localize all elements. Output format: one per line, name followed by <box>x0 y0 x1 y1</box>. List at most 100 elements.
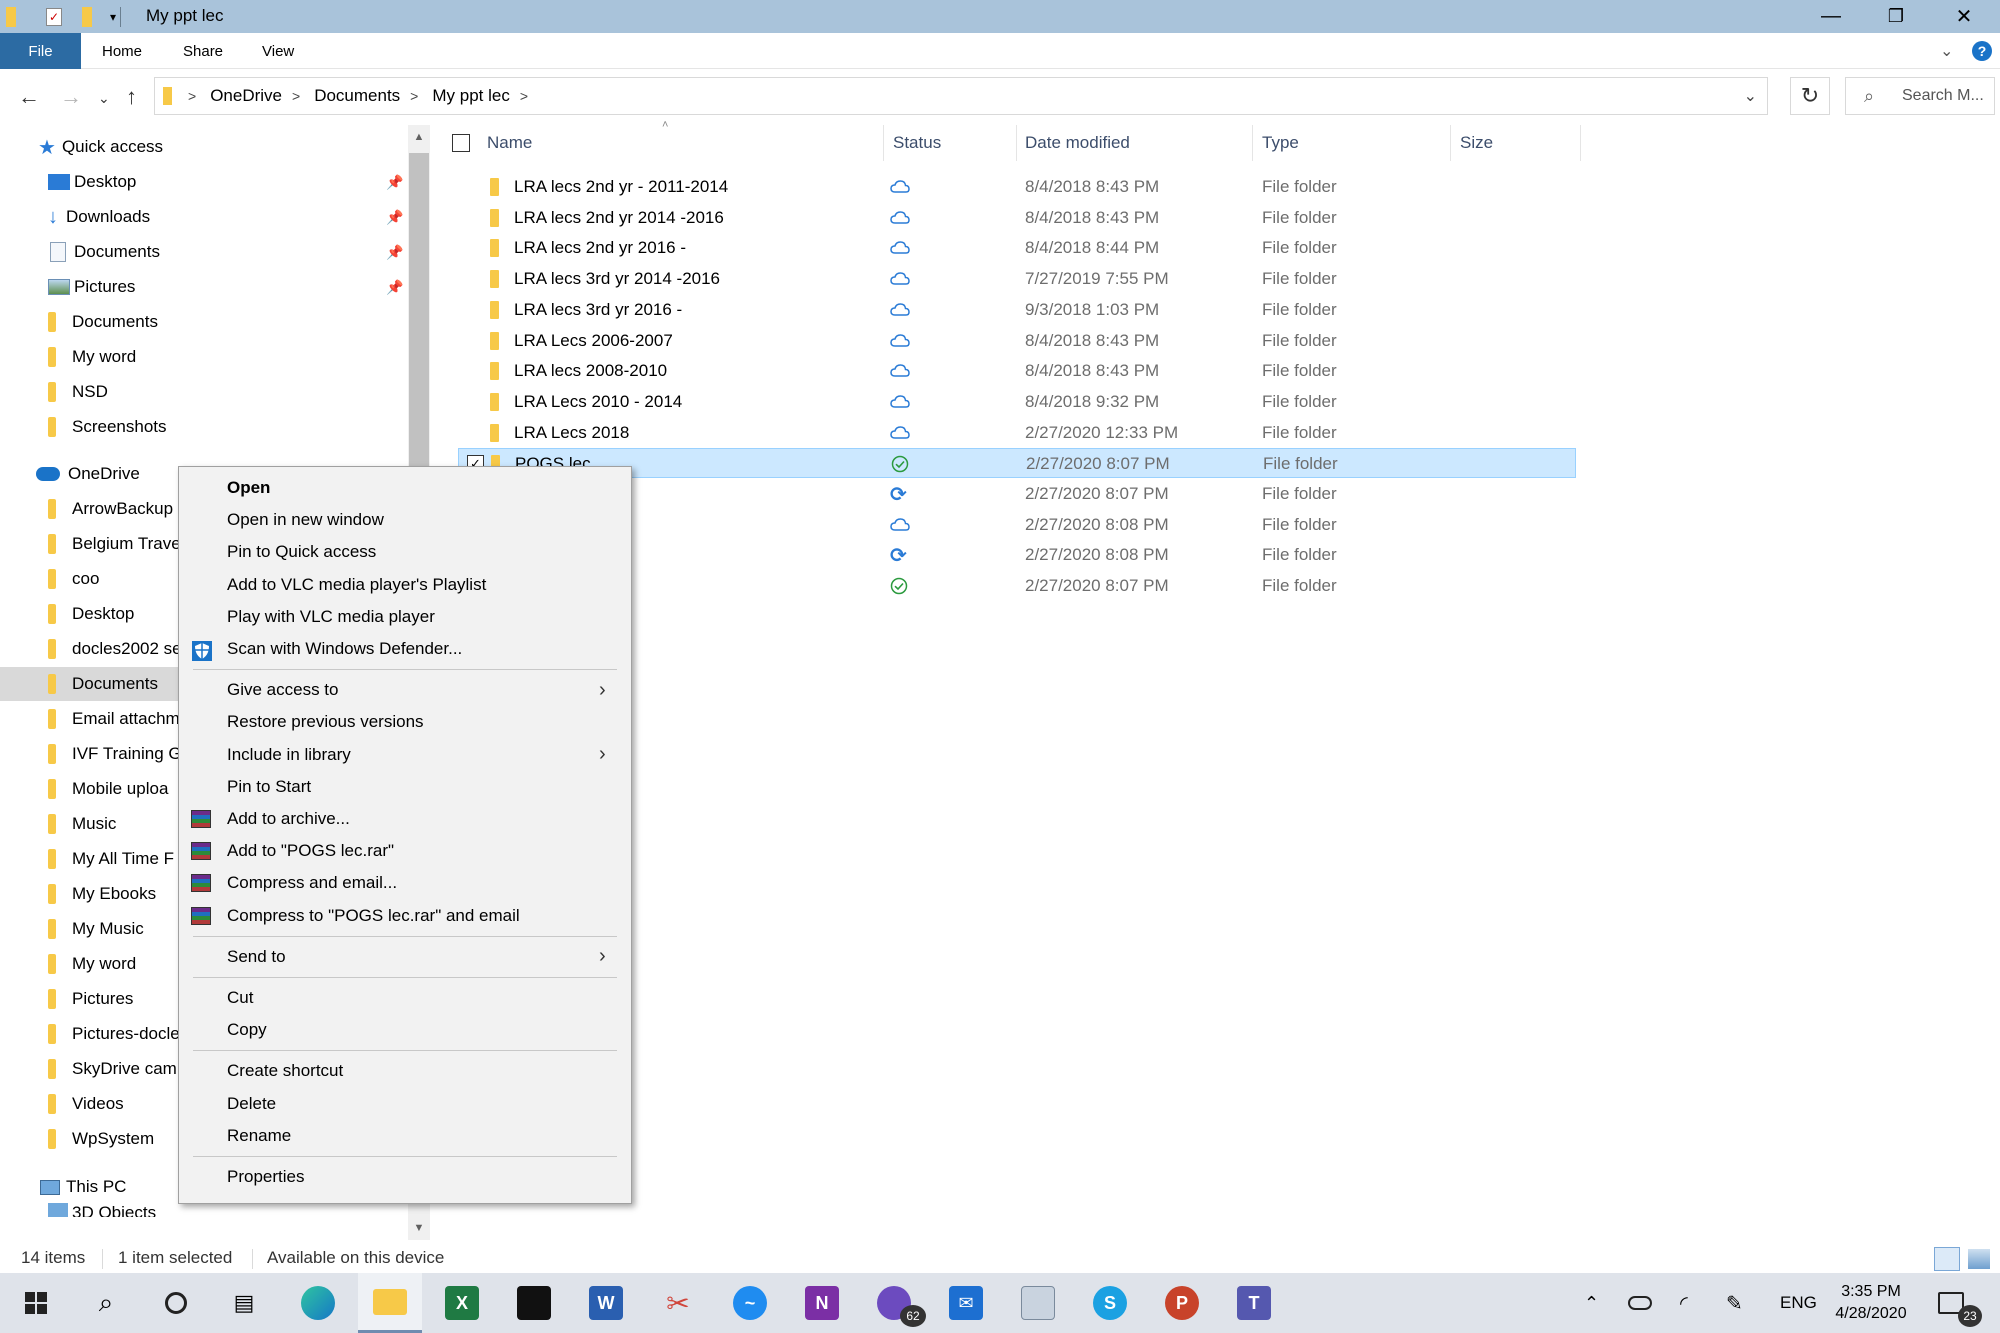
forward-button[interactable]: → <box>60 84 82 110</box>
powerpoint-icon[interactable]: P <box>1150 1273 1214 1333</box>
file-row[interactable]: LRA Lecs 2006-2007 8/4/2018 8:43 PM File f… <box>458 326 1576 356</box>
tab-view[interactable]: View <box>262 33 294 69</box>
menu-item-pin-to-start[interactable]: Pin to Start <box>179 771 631 803</box>
search-input[interactable]: ⌕ Search M... <box>1845 77 1995 115</box>
recent-locations-button[interactable]: ⌄ <box>98 90 110 107</box>
column-divider[interactable] <box>883 125 884 161</box>
details-view-icon[interactable] <box>1934 1247 1960 1271</box>
clock[interactable]: 3:35 PM 4/28/2020 <box>1826 1281 1916 1325</box>
menu-item-play-with-vlc-media-player[interactable]: Play with VLC media player <box>179 601 631 633</box>
large-icons-view-icon[interactable] <box>1968 1249 1990 1269</box>
help-icon[interactable]: ? <box>1972 33 1992 69</box>
nav-nsd[interactable]: NSD <box>0 375 410 409</box>
nav-my-word[interactable]: My word <box>0 340 410 374</box>
teams-icon[interactable]: T <box>1222 1273 1286 1333</box>
viber-icon[interactable]: 62 <box>862 1273 926 1333</box>
scrollbar-thumb[interactable] <box>409 153 429 483</box>
breadcrumb-onedrive[interactable]: OneDrive <box>210 86 282 106</box>
menu-item-add-to-vlc-media-player-s-playlist[interactable]: Add to VLC media player's Playlist <box>179 569 631 601</box>
pen-icon[interactable]: ✎ <box>1726 1273 1743 1333</box>
nav-desktop-pinned[interactable]: Desktop 📌 <box>0 165 410 199</box>
column-status[interactable]: Status <box>893 125 941 161</box>
file-row[interactable]: LRA Lecs 2018 2/27/2020 12:33 PM File fold… <box>458 418 1576 448</box>
menu-item-compress-and-email[interactable]: Compress and email... <box>179 867 631 899</box>
properties-icon[interactable]: ✓ <box>46 8 62 26</box>
breadcrumb-my-ppt-lec[interactable]: My ppt lec <box>432 86 509 106</box>
show-hidden-icons-icon[interactable]: ⌃ <box>1584 1273 1599 1333</box>
tab-file[interactable]: File <box>0 33 81 69</box>
column-date-modified[interactable]: Date modified <box>1025 125 1130 161</box>
task-view-icon[interactable]: ▤ <box>212 1273 276 1333</box>
menu-item-restore-previous-versions[interactable]: Restore previous versions <box>179 706 631 738</box>
messenger-icon[interactable]: ~ <box>718 1273 782 1333</box>
menu-item-add-to-pogs-lec-rar[interactable]: Add to "POGS lec.rar" <box>179 835 631 867</box>
monitor-icon[interactable] <box>1006 1273 1070 1333</box>
file-row[interactable]: LRA Lecs 2010 - 2014 8/4/2018 9:32 PM File… <box>458 387 1576 417</box>
menu-item-compress-to-pogs-lec-rar-and-email[interactable]: Compress to "POGS lec.rar" and email <box>179 900 631 932</box>
language-indicator[interactable]: ENG <box>1780 1273 1817 1333</box>
skype-icon[interactable]: S <box>1078 1273 1142 1333</box>
select-all-checkbox[interactable] <box>452 134 470 152</box>
menu-item-delete[interactable]: Delete <box>179 1088 631 1120</box>
column-divider[interactable] <box>1252 125 1253 161</box>
nav-documents[interactable]: Documents <box>0 305 410 339</box>
snip-sketch-icon[interactable]: ✂ <box>646 1273 710 1333</box>
menu-item-rename[interactable]: Rename <box>179 1120 631 1152</box>
menu-item-give-access-to[interactable]: Give access to › <box>179 674 631 706</box>
file-row[interactable]: LRA lecs 2008-2010 8/4/2018 8:43 PM File f… <box>458 356 1576 386</box>
search-icon[interactable]: ⌕ <box>74 1273 138 1333</box>
onenote-icon[interactable]: N <box>790 1273 854 1333</box>
file-row[interactable]: LRA lecs 3rd yr 2016 - 9/3/2018 1:03 PM Fi… <box>458 295 1576 325</box>
back-button[interactable]: ← <box>18 84 40 110</box>
refresh-button[interactable]: ↻ <box>1790 77 1830 115</box>
tab-home[interactable]: Home <box>102 33 142 69</box>
cortana-icon[interactable] <box>144 1273 208 1333</box>
scroll-down-icon[interactable]: ▼ <box>408 1216 430 1240</box>
mail-icon[interactable]: ✉ <box>934 1273 998 1333</box>
column-type[interactable]: Type <box>1262 125 1299 161</box>
menu-item-create-shortcut[interactable]: Create shortcut <box>179 1055 631 1087</box>
address-bar[interactable]: > OneDrive > Documents > My ppt lec > ⌄ <box>154 77 1768 115</box>
menu-item-include-in-library[interactable]: Include in library › <box>179 739 631 771</box>
minimize-button[interactable]: — <box>1803 0 1859 33</box>
file-row[interactable]: LRA lecs 2nd yr 2014 -2016 8/4/2018 8:43 … <box>458 203 1576 233</box>
nav-downloads-pinned[interactable]: ↓ Downloads 📌 <box>0 200 410 234</box>
nav-documents-pinned[interactable]: Documents 📌 <box>0 235 410 269</box>
excel-icon[interactable]: X <box>430 1273 494 1333</box>
menu-item-scan-with-windows-defender[interactable]: Scan with Windows Defender... <box>179 633 631 665</box>
word-icon[interactable]: W <box>574 1273 638 1333</box>
menu-item-copy[interactable]: Copy <box>179 1014 631 1046</box>
menu-item-cut[interactable]: Cut <box>179 982 631 1014</box>
store-icon[interactable] <box>502 1273 566 1333</box>
scroll-up-icon[interactable]: ▲ <box>408 125 430 149</box>
restore-button[interactable]: ❐ <box>1868 0 1924 33</box>
column-name[interactable]: Name <box>487 125 532 161</box>
nav-screenshots[interactable]: Screenshots <box>0 410 410 444</box>
notification-center-icon[interactable]: 23 <box>1938 1273 1982 1333</box>
file-explorer-icon[interactable] <box>358 1273 422 1333</box>
nav-pictures-pinned[interactable]: Pictures 📌 <box>0 270 410 304</box>
menu-item-open-in-new-window[interactable]: Open in new window <box>179 504 631 536</box>
column-divider[interactable] <box>1580 125 1581 161</box>
menu-item-send-to[interactable]: Send to › <box>179 941 631 973</box>
menu-item-properties[interactable]: Properties <box>179 1161 631 1193</box>
new-folder-icon[interactable] <box>82 7 92 27</box>
file-row[interactable]: LRA lecs 2nd yr 2016 - 8/4/2018 8:44 PM Fi… <box>458 233 1576 263</box>
column-divider[interactable] <box>1450 125 1451 161</box>
file-row[interactable]: LRA lecs 2nd yr - 2011-2014 8/4/2018 8:43… <box>458 172 1576 202</box>
menu-item-pin-to-quick-access[interactable]: Pin to Quick access <box>179 536 631 568</box>
column-divider[interactable] <box>1016 125 1017 161</box>
file-row[interactable]: LRA lecs 3rd yr 2014 -2016 7/27/2019 7:55… <box>458 264 1576 294</box>
address-dropdown-icon[interactable]: ⌄ <box>1744 86 1757 106</box>
wifi-icon[interactable]: ◜ <box>1680 1273 1688 1333</box>
nav-quick-access[interactable]: ★ Quick access <box>0 130 410 164</box>
column-size[interactable]: Size <box>1460 125 1493 161</box>
menu-item-open[interactable]: Open <box>179 472 631 504</box>
close-button[interactable]: ✕ <box>1936 0 1992 33</box>
menu-item-add-to-archive[interactable]: Add to archive... <box>179 803 631 835</box>
edge-icon[interactable] <box>286 1273 350 1333</box>
customize-toolbar-icon[interactable]: ▾ <box>110 10 116 24</box>
nav-3d-objects[interactable]: 3D Objects <box>0 1203 410 1217</box>
expand-ribbon-icon[interactable]: ⌄ <box>1940 33 1953 69</box>
breadcrumb-documents[interactable]: Documents <box>314 86 400 106</box>
